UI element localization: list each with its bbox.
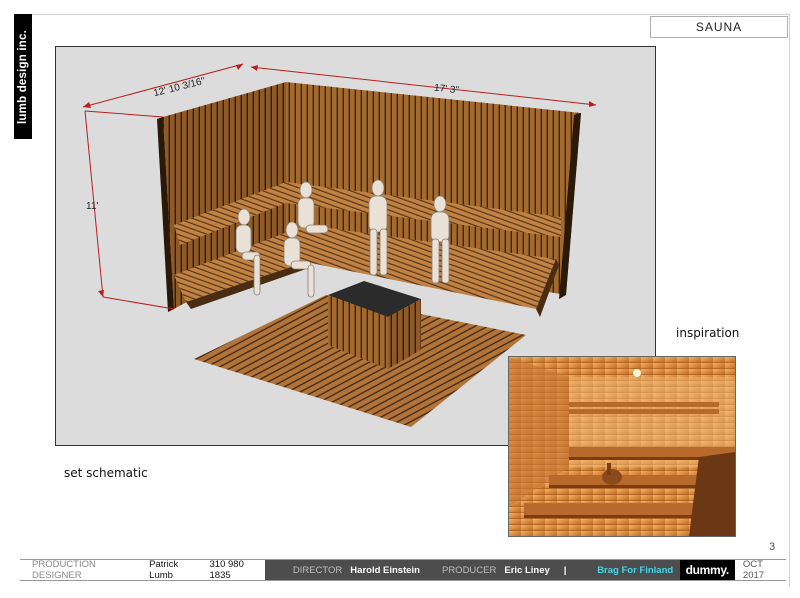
footer-crew: DIRECTOR Harold Einstein PRODUCER Eric L… [264,560,591,580]
production-designer-name: Patrick Lumb [149,559,179,581]
phone-number: 310 980 1835 [209,559,244,581]
director-name: Harold Einstein [350,564,420,576]
footer-date: OCT 2017 [742,559,765,581]
inspiration-caption: inspiration [676,326,740,340]
inspiration-photo [508,356,736,537]
footer-separator: | [563,564,567,576]
production-designer-label: PRODUCTION DESIGNER [32,559,96,581]
company-logo: lumb design inc. [14,14,32,139]
logo-text: lumb design inc. [17,29,29,124]
schematic-caption: set schematic [64,466,148,480]
brand-logo: dummy. [679,560,735,580]
page-number: 3 [769,541,776,553]
project-name: Brag For Finland [597,564,674,576]
slide-title: SAUNA [650,16,788,38]
dimension-height: 11' [86,201,99,212]
footer-project: Brag For Finland [590,560,680,580]
producer-name: Eric Liney [504,564,550,576]
footer-credits: PRODUCTION DESIGNER Patrick Lumb 310 980… [20,559,265,581]
director-label: DIRECTOR [292,564,343,576]
footer-bar: PRODUCTION DESIGNER Patrick Lumb 310 980… [20,559,786,581]
sauna-interior-photo [509,357,735,536]
producer-label: PRODUCER [441,564,497,576]
